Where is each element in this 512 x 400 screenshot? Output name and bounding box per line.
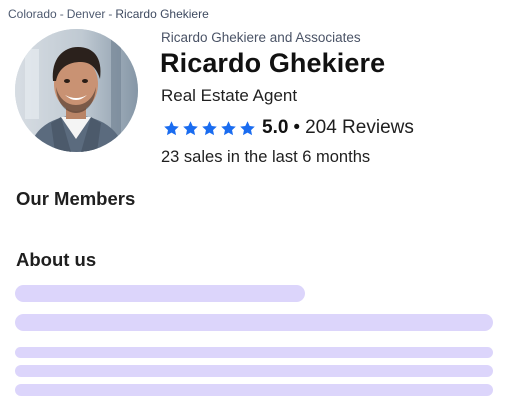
agent-title: Real Estate Agent — [161, 86, 298, 105]
breadcrumb-separator: - — [108, 7, 113, 21]
breadcrumb: Colorado - Denver - Ricardo Ghekiere — [8, 7, 209, 21]
agent-company: Ricardo Ghekiere and Associates — [161, 30, 361, 45]
skeleton-line — [15, 314, 493, 331]
star-icon — [240, 120, 255, 135]
rating-separator: • — [293, 117, 301, 138]
breadcrumb-item-current: Ricardo Ghekiere — [115, 7, 209, 21]
rating-stars — [163, 120, 256, 137]
breadcrumb-separator: - — [59, 7, 64, 21]
breadcrumb-item-colorado[interactable]: Colorado — [8, 7, 57, 21]
breadcrumb-item-denver[interactable]: Denver — [67, 7, 106, 21]
agent-name: Ricardo Ghekiere — [160, 48, 386, 78]
star-icon — [183, 120, 198, 135]
rating-row: 5.0 • 204 Reviews — [163, 115, 414, 141]
skeleton-line — [15, 347, 493, 358]
skeleton-line — [15, 365, 493, 377]
rating-value: 5.0 — [262, 117, 289, 138]
review-count-link[interactable]: 204 Reviews — [305, 117, 414, 139]
skeleton-line — [15, 285, 305, 302]
star-icon — [202, 120, 217, 135]
skeleton-line — [15, 384, 493, 396]
our-members-heading: Our Members — [16, 188, 136, 209]
star-icon — [164, 120, 179, 135]
sales-summary: 23 sales in the last 6 months — [161, 148, 371, 166]
agent-avatar — [15, 29, 138, 152]
star-icon — [221, 120, 236, 135]
agent-profile-page: Colorado - Denver - Ricardo Ghekiere Ric… — [0, 0, 512, 400]
about-us-heading: About us — [16, 249, 97, 270]
